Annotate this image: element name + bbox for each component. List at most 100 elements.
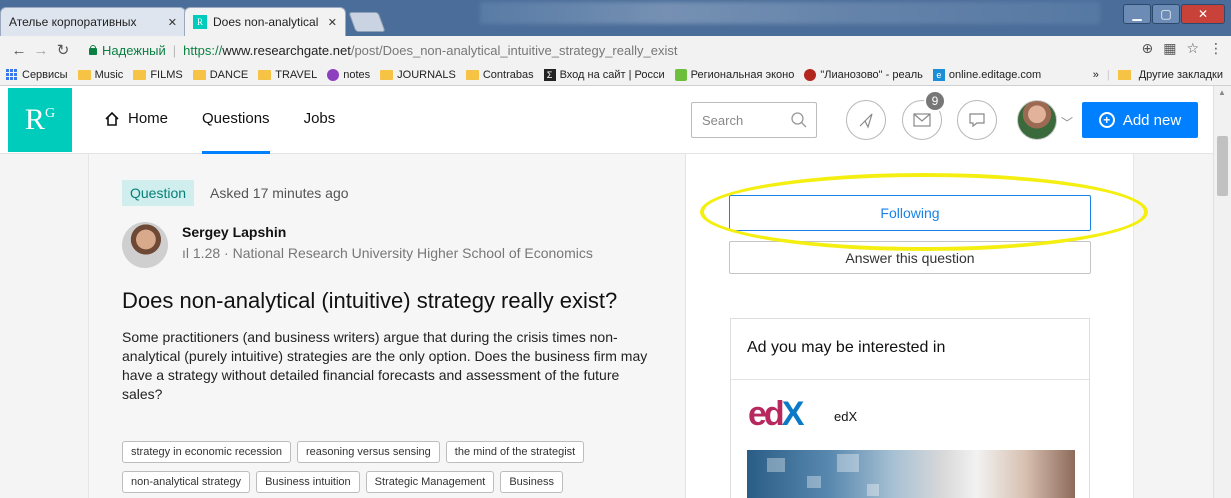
folder-icon <box>465 69 479 80</box>
ad-heading: Ad you may be interested in <box>747 339 946 356</box>
browser-tab-atelier[interactable]: Ателье корпоративных ✕ <box>0 7 186 36</box>
topic-tag[interactable]: the mind of the strategist <box>445 441 585 463</box>
zoom-icon[interactable]: ⊕ <box>1141 40 1153 57</box>
other-bookmarks[interactable]: Другие закладки <box>1139 69 1223 81</box>
question-column: Question Asked 17 minutes ago Sergey Lap… <box>89 154 685 498</box>
bookmark-notes[interactable]: notes <box>327 68 371 81</box>
search-icon[interactable] <box>790 111 808 129</box>
bookmark-dance[interactable]: DANCE <box>192 68 249 81</box>
folder-icon <box>1117 69 1131 80</box>
main-content: Question Asked 17 minutes ago Sergey Lap… <box>88 154 1148 498</box>
bookmark-regional-economy[interactable]: Региональная эконо <box>674 68 794 81</box>
topic-tags: strategy in economic recession reasoning… <box>122 441 662 493</box>
ad-image[interactable] <box>747 450 1075 498</box>
close-window-button[interactable]: ✕ <box>1181 4 1225 24</box>
separator: | <box>1106 68 1110 81</box>
topic-tag[interactable]: non-analytical strategy <box>122 471 251 493</box>
reload-icon[interactable]: ↻ <box>52 41 74 59</box>
following-button[interactable]: Following <box>729 195 1091 231</box>
author-name[interactable]: Sergey Lapshin <box>182 224 286 240</box>
bookmark-travel[interactable]: TRAVEL <box>258 69 317 81</box>
scroll-thumb[interactable] <box>1217 136 1228 196</box>
bookmark-login-site[interactable]: Σ Вход на сайт | Росси <box>543 68 665 81</box>
topic-tag[interactable]: Strategic Management <box>365 471 495 493</box>
omnibox[interactable]: Надежный | https://www.researchgate.net /… <box>88 39 1171 61</box>
url-protocol[interactable]: https:// <box>183 43 222 58</box>
address-bar-actions: ⊕ ▦ ☆ ⋮ <box>1141 40 1223 57</box>
more-bookmarks-button[interactable]: » <box>1093 69 1099 81</box>
apps-icon <box>6 68 18 81</box>
url-host[interactable]: www.researchgate.net <box>222 43 351 58</box>
topic-tag[interactable]: reasoning versus sensing <box>297 441 440 463</box>
bookmark-label: online.editage.com <box>948 68 1042 81</box>
user-avatar[interactable] <box>1017 100 1057 140</box>
author-avatar[interactable] <box>122 222 168 268</box>
editage-icon: e <box>932 68 945 81</box>
back-icon[interactable]: ← <box>8 42 30 59</box>
search-placeholder: Search <box>702 112 744 128</box>
mail-icon <box>913 113 931 127</box>
answer-question-button[interactable]: Answer this question <box>729 241 1091 274</box>
new-tab-button[interactable] <box>348 12 386 32</box>
bookmark-label: notes <box>343 68 371 81</box>
researchgate-icon: R <box>193 15 207 29</box>
translate-icon[interactable]: ▦ <box>1163 40 1176 57</box>
close-icon[interactable]: ✕ <box>168 16 177 29</box>
bookmark-lianozovo[interactable]: "Лианозово" - реаль <box>804 68 923 81</box>
question-body: Some practitioners (and business writers… <box>122 329 648 402</box>
topic-tag[interactable]: strategy in economic recession <box>122 441 292 463</box>
bookmark-journals[interactable]: JOURNALS <box>380 69 456 81</box>
bookmark-label: "Лианозово" - реаль <box>820 68 923 81</box>
bookmark-editage[interactable]: e online.editage.com <box>932 68 1042 81</box>
browser-tab-researchgate[interactable]: R Does non-analytical (intu ✕ <box>184 7 346 36</box>
sigma-icon: Σ <box>543 68 556 81</box>
nav-questions[interactable]: Questions <box>202 86 270 154</box>
secure-label[interactable]: Надежный <box>102 43 166 58</box>
lock-icon[interactable] <box>88 45 98 55</box>
bookmarks-bar: Сервисы Music FILMS DANCE TRAVEL notes J… <box>0 64 1231 86</box>
close-icon[interactable]: ✕ <box>328 16 337 29</box>
bookmark-label: Contrabas <box>482 68 534 81</box>
nav-jobs[interactable]: Jobs <box>304 86 336 154</box>
question-type-badge: Question <box>122 180 195 206</box>
ad-brand-name[interactable]: edX <box>834 409 857 424</box>
tab-title: Ателье корпоративных <box>9 15 137 29</box>
main-nav: Home Questions Jobs <box>104 86 369 154</box>
search-input[interactable]: Search <box>691 102 817 138</box>
separator: | <box>172 42 177 58</box>
chevron-down-icon[interactable]: ﹀ <box>1061 114 1073 131</box>
bookmark-label: Сервисы <box>22 68 68 81</box>
logo-superscript: G <box>44 106 56 121</box>
topic-tag[interactable]: Business intuition <box>256 471 360 493</box>
brand-icon <box>804 68 817 81</box>
menu-icon[interactable]: ⋮ <box>1209 40 1223 57</box>
divider <box>731 379 1089 380</box>
notifications-button[interactable] <box>846 100 886 140</box>
bookmark-music[interactable]: Music <box>77 69 123 81</box>
add-new-button[interactable]: + Add new <box>1082 102 1198 138</box>
url-path[interactable]: /post/Does_non-analytical_intuitive_stra… <box>351 43 678 58</box>
asked-time: Asked 17 minutes ago <box>210 185 349 201</box>
blurred-window-title <box>480 2 1100 24</box>
forward-icon[interactable]: → <box>30 42 52 59</box>
star-icon[interactable]: ☆ <box>1186 40 1199 57</box>
browser-tabstrip: Ателье корпоративных ✕ R Does non-analyt… <box>0 0 1231 36</box>
notes-icon <box>327 68 340 81</box>
bookmark-services[interactable]: Сервисы <box>6 68 68 81</box>
minimize-button[interactable]: ▁ <box>1123 4 1151 24</box>
bookmark-contrabas[interactable]: Contrabas <box>465 68 534 81</box>
page-scrollbar[interactable]: ▲ <box>1213 86 1231 498</box>
scroll-up-icon[interactable]: ▲ <box>1218 88 1226 97</box>
bookmark-label: DANCE <box>209 68 249 81</box>
maximize-button[interactable]: ▢ <box>1152 4 1180 24</box>
edx-logo[interactable]: edX <box>748 397 822 431</box>
topic-tag[interactable]: Business <box>500 471 563 493</box>
column-divider <box>685 154 686 498</box>
researchgate-logo[interactable]: RG <box>8 88 72 152</box>
bookmark-films[interactable]: FILMS <box>133 69 183 81</box>
leaf-icon <box>674 68 687 81</box>
ad-card: Ad you may be interested in edX edX <box>730 318 1090 498</box>
chat-button[interactable] <box>957 100 997 140</box>
folder-icon <box>380 69 394 80</box>
nav-home[interactable]: Home <box>104 86 168 154</box>
